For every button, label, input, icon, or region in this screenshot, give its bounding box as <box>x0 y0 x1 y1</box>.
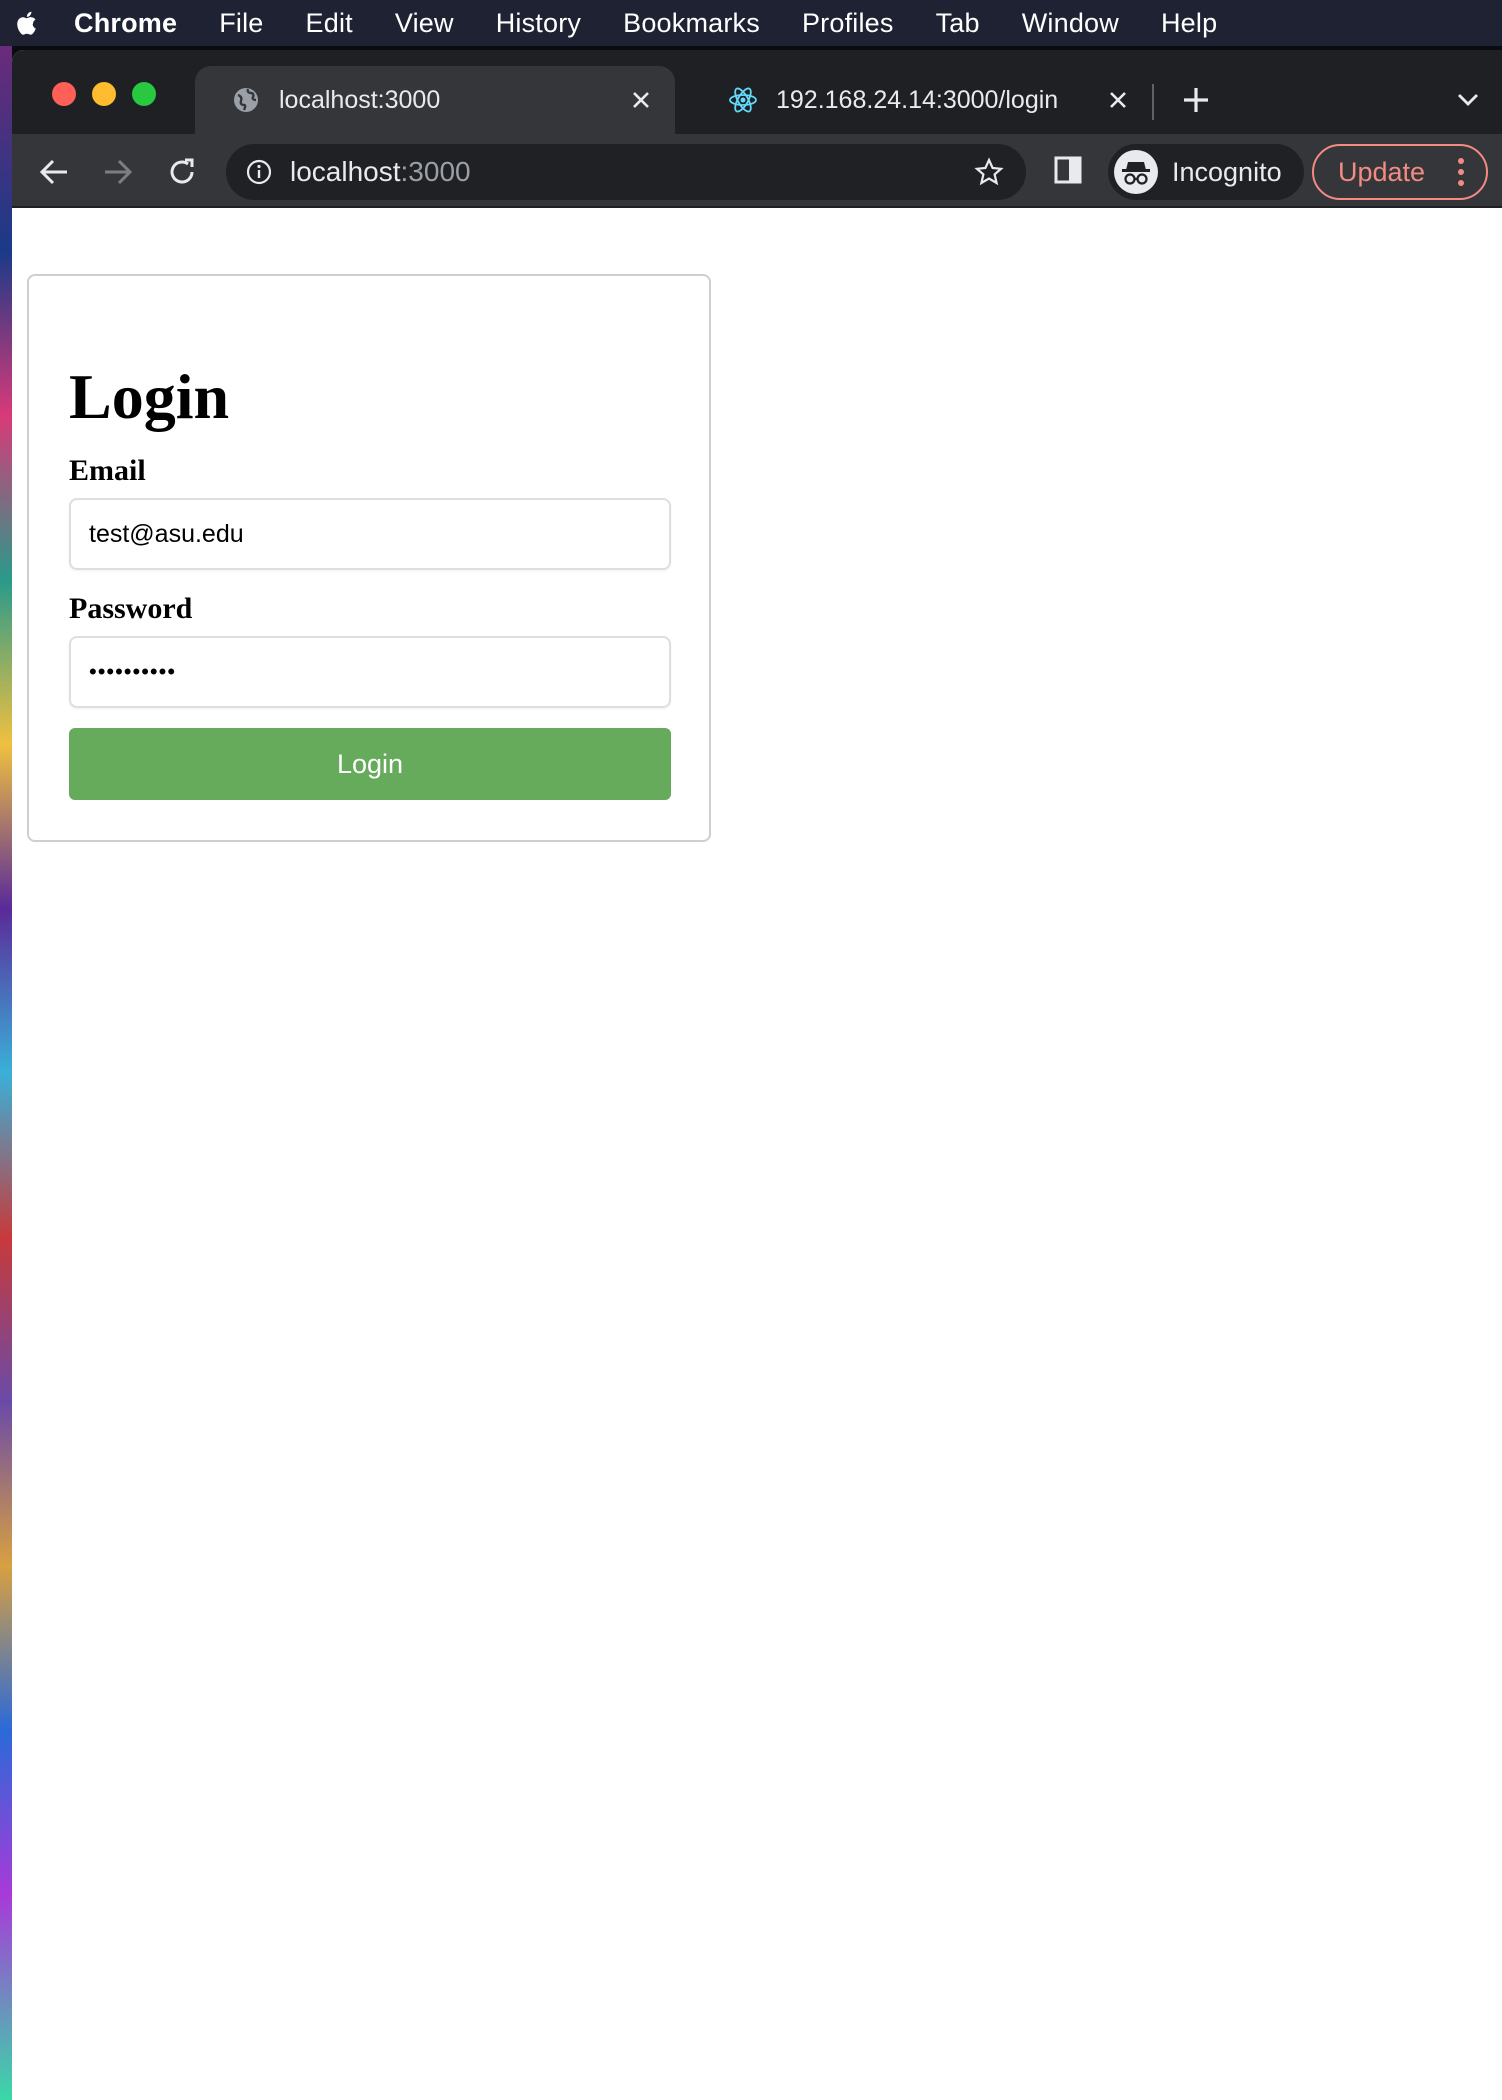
page-content: Login Email test@asu.edu Password ••••••… <box>12 208 1502 2100</box>
info-icon[interactable] <box>244 157 274 187</box>
browser-toolbar: localhost:3000 Incognito Update <box>12 134 1502 208</box>
incognito-profile-button[interactable]: Incognito <box>1108 144 1304 200</box>
menu-view[interactable]: View <box>395 8 454 39</box>
tab-close-icon[interactable] <box>627 86 655 114</box>
password-label: Password <box>69 592 193 625</box>
incognito-label: Incognito <box>1172 156 1282 187</box>
email-field[interactable]: test@asu.edu <box>69 498 671 570</box>
update-label: Update <box>1338 156 1426 187</box>
page-title: Login <box>69 361 230 432</box>
macos-menubar: Chrome File Edit View History Bookmarks … <box>0 0 1502 46</box>
menu-file[interactable]: File <box>219 8 263 39</box>
side-panel-icon[interactable] <box>1050 152 1086 188</box>
url-port: :3000 <box>400 156 471 187</box>
tab-separator <box>1152 84 1154 120</box>
more-vert-icon[interactable] <box>1446 152 1476 192</box>
menu-app-chrome[interactable]: Chrome <box>74 8 177 39</box>
menu-history[interactable]: History <box>496 8 581 39</box>
apple-logo-icon[interactable] <box>2 0 48 46</box>
back-arrow-icon[interactable] <box>34 152 74 192</box>
forward-arrow-icon[interactable] <box>98 152 138 192</box>
globe-icon <box>231 85 261 115</box>
browser-window: localhost:3000 192.168.24.14:3000/login <box>12 50 1502 2100</box>
update-button[interactable]: Update <box>1312 144 1488 200</box>
bookmark-star-icon[interactable] <box>972 155 1006 189</box>
window-minimize-button[interactable] <box>92 82 116 106</box>
address-bar[interactable]: localhost:3000 <box>226 144 1026 200</box>
tab-strip: localhost:3000 192.168.24.14:3000/login <box>12 50 1502 134</box>
incognito-icon <box>1114 150 1158 194</box>
react-icon <box>728 85 758 115</box>
menu-bookmarks[interactable]: Bookmarks <box>623 8 760 39</box>
window-zoom-button[interactable] <box>132 82 156 106</box>
tab-title: 192.168.24.14:3000/login <box>776 85 1059 114</box>
url-text: localhost:3000 <box>290 156 972 188</box>
window-close-button[interactable] <box>52 82 76 106</box>
new-tab-plus-icon[interactable] <box>1178 82 1214 118</box>
reload-icon[interactable] <box>162 152 202 192</box>
menu-window[interactable]: Window <box>1022 8 1119 39</box>
menu-profiles[interactable]: Profiles <box>802 8 894 39</box>
desktop-wallpaper-edge <box>0 46 12 2100</box>
chevron-down-icon[interactable] <box>1452 84 1484 116</box>
menu-help[interactable]: Help <box>1161 8 1217 39</box>
menu-edit[interactable]: Edit <box>306 8 353 39</box>
tab-localhost[interactable]: localhost:3000 <box>195 66 675 134</box>
menu-tab[interactable]: Tab <box>936 8 980 39</box>
login-card: Login Email test@asu.edu Password ••••••… <box>27 274 711 842</box>
password-field[interactable]: •••••••••• <box>69 636 671 708</box>
tab-title: localhost:3000 <box>279 85 441 114</box>
url-host: localhost <box>290 156 401 187</box>
tab-close-icon[interactable] <box>1104 86 1132 114</box>
login-button[interactable]: Login <box>69 728 671 800</box>
email-label: Email <box>69 454 146 487</box>
tab-login[interactable]: 192.168.24.14:3000/login <box>692 66 1152 134</box>
